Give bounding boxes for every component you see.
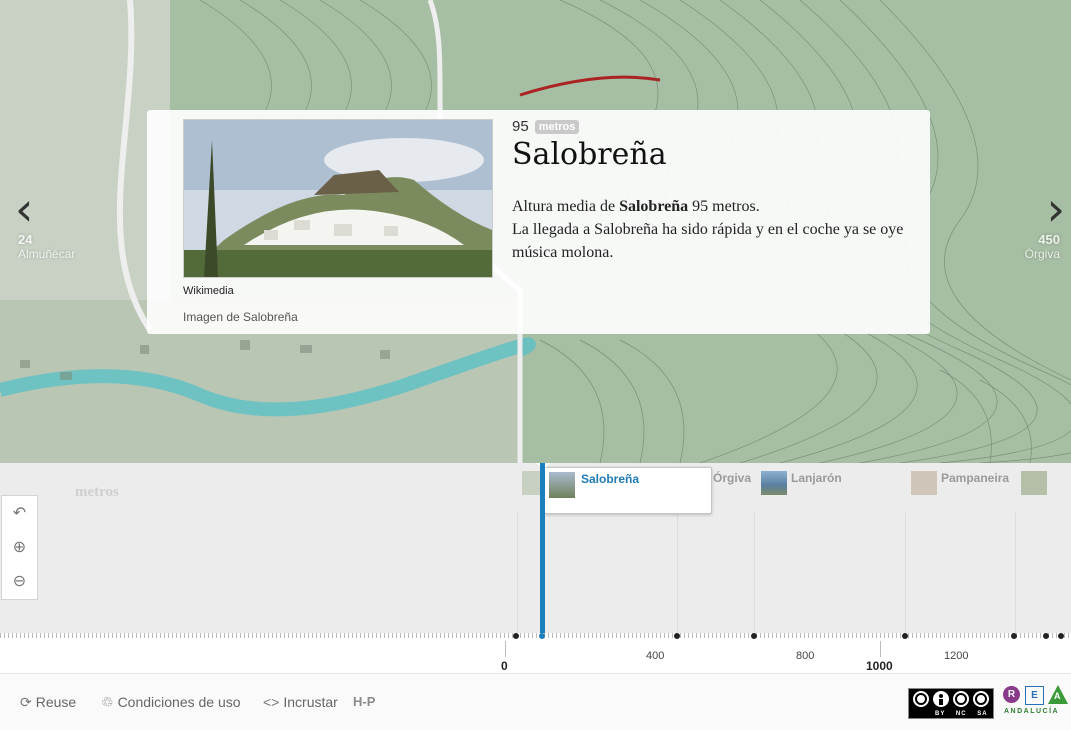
active-marker-label: Salobreña — [581, 472, 640, 486]
slide-card: Wikimedia Imagen de Salobreña 95 metros S… — [147, 110, 930, 334]
marker-thumb — [549, 472, 575, 498]
code-icon: <> — [263, 694, 280, 710]
reuse-label: Reuse — [35, 694, 77, 710]
marker-line — [517, 513, 518, 633]
axis-ticks — [0, 633, 1071, 639]
cc-by: BY — [935, 711, 946, 717]
unit-badge: metros — [534, 120, 580, 135]
rea-andalucia-logo[interactable]: R E A ANDALUCÍA — [1001, 684, 1069, 728]
handshake-icon: ♲ — [101, 694, 114, 710]
cc-sa: SA — [977, 711, 988, 717]
marker-line — [1015, 513, 1016, 633]
next-number: 450 — [1038, 232, 1060, 247]
axis-label-0: 0 — [501, 659, 508, 673]
conditions-button[interactable]: ♲ Condiciones de uso — [101, 694, 241, 711]
desc-suffix: 95 metros. — [688, 198, 760, 215]
timeline-marker-active[interactable]: Salobreña — [544, 467, 712, 514]
embed-label: Incrustar — [283, 694, 338, 710]
footer-bar: ⟳ Reuse ♲ Condiciones de uso <> Incrustar H… — [0, 673, 1071, 730]
next-label: Órgiva — [1024, 247, 1060, 261]
prev-number: 24 — [18, 232, 33, 247]
axis-label-800: 800 — [796, 650, 815, 662]
desc-prefix: Altura media de — [512, 198, 620, 215]
h5p-logo[interactable]: H-P — [353, 694, 375, 709]
marker-thumb — [761, 471, 787, 495]
prev-label: Almuñécar — [18, 247, 76, 261]
axis-label-400: 400 — [646, 650, 665, 662]
conditions-label: Condiciones de uso — [117, 694, 241, 710]
desc-bold: Salobreña — [619, 198, 689, 215]
rea-letter-a: A — [1054, 691, 1061, 701]
cc-icons — [913, 691, 989, 707]
timeline-marker-extra[interactable] — [1021, 471, 1051, 495]
cc-nc: NC — [955, 711, 967, 717]
slide-value-number: 95 — [512, 118, 529, 135]
zoom-in-icon[interactable]: ⊕ — [2, 530, 37, 564]
slide-title: Salobreña — [512, 137, 667, 172]
timeline-marker-pampaneira[interactable]: Pampaneira — [911, 471, 1009, 495]
photo-caption: Imagen de Salobreña — [183, 310, 298, 324]
marker-line — [677, 513, 678, 633]
slide-value: 95 metros — [512, 118, 580, 135]
previous-slide-nav[interactable]: ‹ 24 Almuñécar — [12, 186, 82, 261]
marker-line — [905, 513, 906, 633]
marker-label: Lanjarón — [791, 471, 842, 485]
chevron-right-icon[interactable]: › — [1005, 186, 1065, 232]
slide-photo — [183, 119, 493, 278]
rea-letter-r: R — [1003, 686, 1020, 703]
photo-credit: Wikimedia — [183, 285, 234, 297]
axis-label-1000: 1000 — [866, 659, 893, 673]
embed-button[interactable]: <> Incrustar — [263, 694, 338, 710]
back-arrow-icon[interactable]: ↶ — [2, 496, 37, 530]
timeline-marker-lanjaron[interactable]: Lanjarón — [761, 471, 842, 495]
era-label: metros — [75, 484, 119, 500]
slide-description: Altura media de Salobreña 95 metros. La … — [512, 195, 912, 264]
marker-label: Órgiva — [713, 471, 752, 485]
timeline-marker-orgiva[interactable]: Órgiva — [713, 471, 751, 495]
desc-line2: La llegada a Salobreña ha sido rápida y … — [512, 221, 904, 261]
next-slide-nav[interactable]: › 450 Órgiva — [1005, 186, 1065, 261]
cc-license-badge[interactable]: BY NC SA — [908, 688, 994, 719]
zoom-controls: ↶ ⊕ ⊖ — [1, 495, 38, 600]
refresh-icon: ⟳ — [20, 694, 32, 710]
rea-text: ANDALUCÍA — [1004, 708, 1060, 715]
marker-thumb — [1021, 471, 1047, 495]
rea-letter-e: E — [1025, 686, 1044, 705]
chevron-left-icon[interactable]: ‹ — [12, 186, 82, 232]
zoom-out-icon[interactable]: ⊖ — [2, 564, 37, 598]
marker-thumb — [911, 471, 937, 495]
timeline-axis: 0 400 800 1000 1200 — [0, 633, 1071, 673]
reuse-button[interactable]: ⟳ Reuse — [20, 694, 76, 711]
salobrena-photo — [184, 120, 492, 277]
marker-line — [754, 513, 755, 633]
timeline-cursor[interactable] — [540, 463, 545, 639]
axis-label-1200: 1200 — [944, 650, 969, 662]
marker-label: Pampaneira — [941, 471, 1010, 485]
